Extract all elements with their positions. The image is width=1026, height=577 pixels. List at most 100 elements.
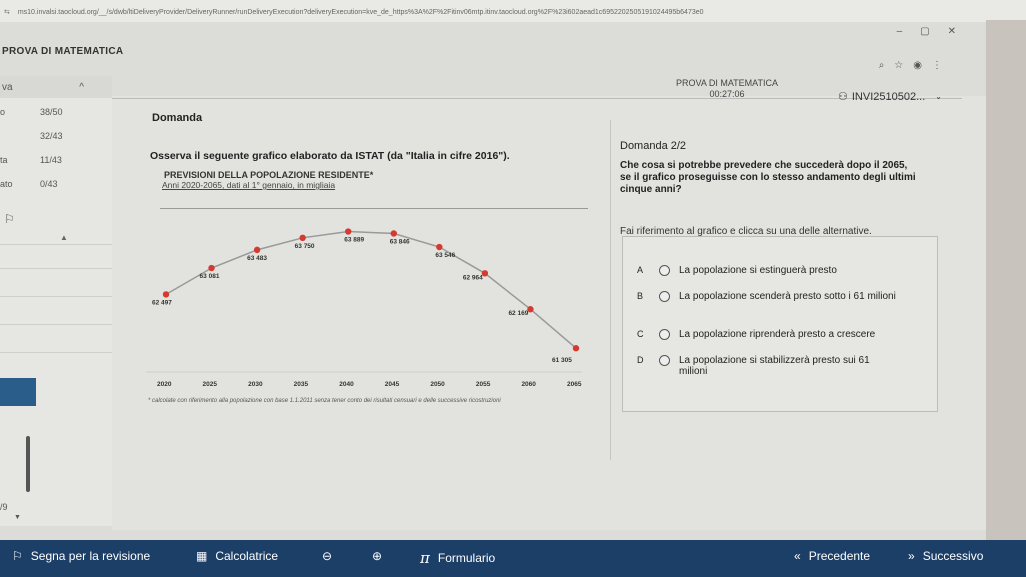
data-label: 62 169 [508,310,528,317]
formulary-button[interactable]: π Formulario [420,549,495,567]
address-bar[interactable]: ⇆ ms10.invalsi.taocloud.org/__/s/dwb/lti… [0,0,1026,22]
data-point [299,234,306,242]
zoom-out-icon: ⊖ [322,549,333,563]
zoom-in-icon: ⊕ [372,549,383,563]
option-letter: A [637,265,644,275]
flag-icon: ⚐ [12,549,23,563]
option-b[interactable]: B La popolazione scenderà presto sotto i… [637,291,899,302]
population-chart: 62 497 63 081 63 483 63 750 63 889 63 846 63 5… [146,228,582,388]
x-tick-label: 2055 [476,381,491,388]
timer: 00:27:06 [709,89,745,99]
sidebar-item[interactable]: ato 0/43 [0,172,112,196]
previous-button[interactable]: « Precedente [794,549,870,563]
profile-icon[interactable]: ◉ [913,60,922,71]
option-text: La popolazione scenderà presto sotto i 6… [679,291,896,302]
radio-b[interactable] [659,291,670,302]
chevron-up-icon[interactable]: ▲ [60,233,68,242]
sidebar-header[interactable]: va ^ [0,76,112,98]
monitor-bezel [986,20,1026,540]
header-divider [112,98,962,99]
option-letter: C [637,329,644,339]
section-label: Domanda [152,112,203,124]
data-label: 61 305 [552,357,572,364]
data-point [572,345,580,352]
sidebar-scrollbar[interactable] [26,436,30,492]
minimize-icon[interactable]: – [897,26,903,37]
menu-dots-icon[interactable]: ⋮ [932,60,942,71]
review-label: Segna per la revisione [30,549,151,563]
next-button[interactable]: » Successivo [908,549,983,563]
option-d[interactable]: D La popolazione si stabilizzerà presto … [637,355,899,377]
data-label: 63 483 [247,255,267,262]
exam-name: PROVA DI MATEMATICA [676,78,779,88]
zoom-icon[interactable]: ⌕ [879,60,885,71]
maximize-icon[interactable]: ▢ [920,26,929,37]
radio-d[interactable] [659,355,670,366]
app-title: PROVA DI MATEMATICA [2,46,124,57]
chart-subtitle: Anni 2020-2065, dati al 1° gennaio, in m… [162,180,336,190]
radio-a[interactable] [659,265,670,276]
url-text: ms10.invalsi.taocloud.org/__/s/dwb/ltiDe… [17,9,704,16]
question-number: Domanda 2/2 [620,140,687,152]
option-text: La popolazione si estinguerà presto [679,265,837,276]
data-label: 63 889 [344,237,364,244]
star-icon[interactable]: ☆ [894,60,903,71]
calculator-button[interactable]: ▦ Calcolatrice [196,549,278,563]
x-tick-label: 2025 [203,381,218,388]
data-label: 62 497 [152,299,172,306]
option-c[interactable]: C La popolazione riprenderà presto a cre… [637,329,899,340]
data-point [253,246,261,254]
x-tick-label: 2065 [567,381,582,388]
window-controls: – ▢ ✕ [897,26,956,37]
exam-header: PROVA DI MATEMATICA 00:27:06 [676,78,778,100]
chevron-down-icon[interactable]: ▼ [14,514,21,521]
option-a[interactable]: A La popolazione si estinguerà presto [637,265,899,276]
data-point [390,230,397,237]
x-tick-label: 2050 [430,381,445,388]
chevron-up-icon[interactable]: ^ [79,82,84,93]
flag-icon[interactable]: ⚐ [4,212,15,226]
sidebar-item[interactable]: 32/43 [0,124,112,148]
data-point [345,228,352,235]
close-icon[interactable]: ✕ [948,26,956,37]
question-text: Che cosa si potrebbe prevedere che succe… [620,160,916,195]
data-point [436,243,443,251]
zoom-in-button[interactable]: ⊕ [372,549,382,563]
sidebar-item-count: 32/43 [40,131,63,141]
double-chevron-left-icon: « [794,549,801,563]
option-letter: D [637,355,644,365]
double-chevron-right-icon: » [908,549,915,563]
sidebar-item[interactable]: ta 11/43 [0,148,112,172]
radio-c[interactable] [659,329,670,340]
page-indicator: /9 [0,502,8,512]
sidebar-divider [0,324,112,325]
user-menu[interactable]: ⚇ INVI2510502... ⌄ [838,90,942,104]
site-info-icon[interactable]: ⇆ [4,9,10,16]
review-button[interactable]: ⚐ Segna per la revisione [12,549,150,563]
x-tick-label: 2020 [157,381,172,388]
zoom-out-button[interactable]: ⊖ [322,549,332,563]
data-label: 63 846 [390,238,410,245]
option-letter: B [637,291,644,301]
sidebar-item-label: ta [0,155,8,165]
next-label: Successivo [922,549,984,563]
current-item-marker[interactable] [0,378,36,406]
series-line [165,230,577,349]
user-icon: ⚇ [838,91,848,103]
sidebar-item-label: ato [0,179,13,189]
sidebar-item-label: o [0,107,6,117]
panel-divider [610,120,611,460]
data-label: 63 546 [435,252,455,259]
sidebar-item-count: 38/50 [40,107,63,117]
calculator-icon: ▦ [196,549,208,563]
question-intro: Osserva il seguente grafico elaborato da… [150,150,510,162]
pi-icon: π [420,549,430,567]
chart-title: PREVISIONI DELLA POPOLAZIONE RESIDENTE* [164,170,374,180]
chevron-down-icon[interactable]: ⌄ [935,92,942,101]
sidebar-item-count: 0/43 [40,179,58,189]
data-label: 62 964 [463,274,483,281]
option-text: La popolazione si stabilizzerà presto su… [679,355,870,377]
sidebar-item[interactable]: o 38/50 [0,100,112,124]
sidebar-divider [0,244,112,245]
browser-toolbar: ⌕ ☆ ◉ ⋮ [879,60,942,71]
